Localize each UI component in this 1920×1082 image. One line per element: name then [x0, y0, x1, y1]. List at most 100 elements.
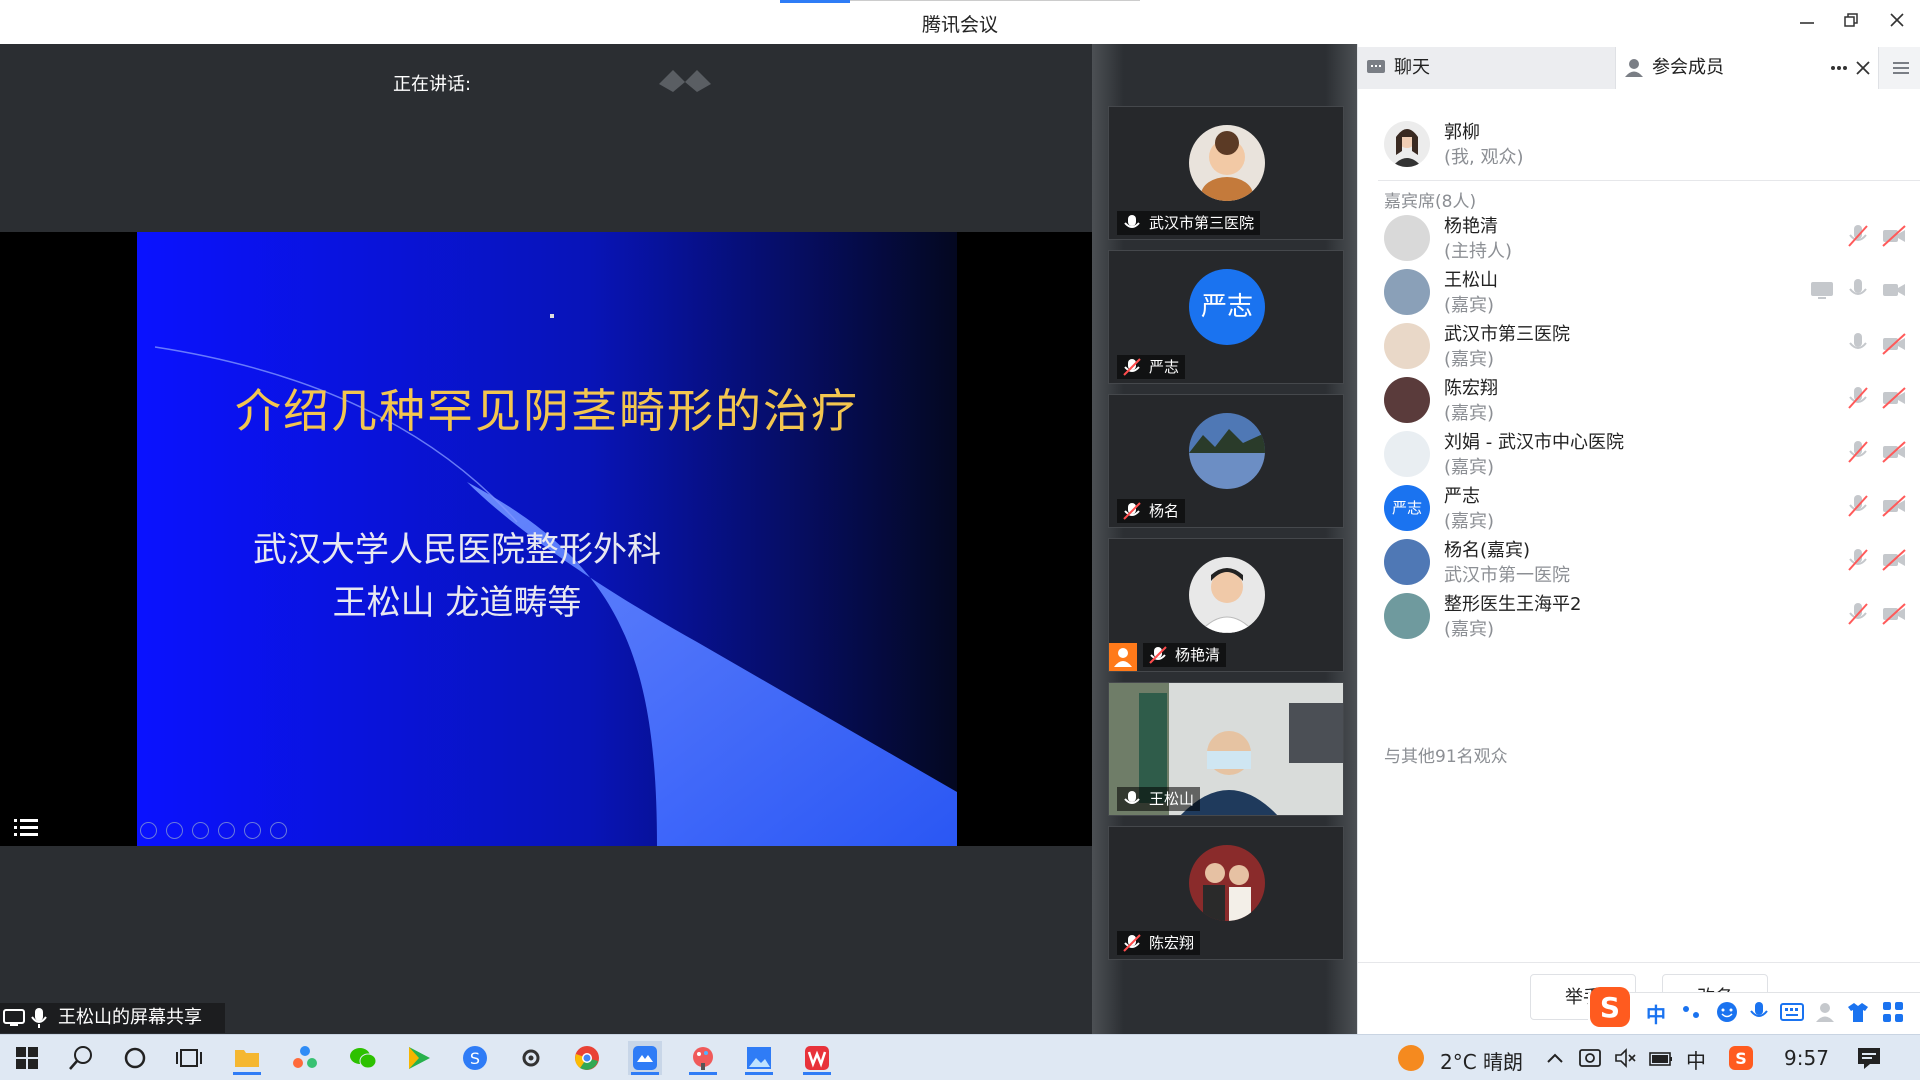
- windows-icon: [16, 1047, 38, 1069]
- camera-off-icon[interactable]: [1881, 493, 1907, 519]
- self-member-row[interactable]: 郭柳 (我, 观众): [1358, 113, 1920, 179]
- taskbar-app-settings[interactable]: [514, 1041, 548, 1075]
- mic-icon: [1124, 791, 1140, 804]
- cloud-drive-icon: [293, 1046, 317, 1068]
- slide-copy-icon[interactable]: [218, 822, 235, 839]
- list-menu-icon[interactable]: [10, 814, 42, 842]
- camera-icon[interactable]: [1881, 277, 1907, 303]
- member-role: (嘉宾): [1444, 619, 1495, 640]
- mic-icon[interactable]: [1845, 331, 1871, 357]
- member-status-icons: [1845, 547, 1907, 573]
- search-button[interactable]: [64, 1041, 98, 1075]
- start-button[interactable]: [10, 1041, 44, 1075]
- taskbar-app-chrome[interactable]: [570, 1041, 604, 1075]
- mic-muted-icon[interactable]: [1845, 223, 1871, 249]
- video-player-icon: [409, 1047, 430, 1069]
- avatar: 严志: [1384, 485, 1430, 531]
- avatar: 严志: [1189, 269, 1265, 345]
- close-icon: [1890, 13, 1904, 27]
- mic-muted-icon[interactable]: [1845, 385, 1871, 411]
- tile-name-tag: 陈宏翔: [1117, 931, 1201, 955]
- taskbar: S 2°C 晴朗 中 S 9:57: [0, 1034, 1920, 1080]
- slide-prev-icon[interactable]: [140, 822, 157, 839]
- panel-menu-button[interactable]: [1878, 47, 1920, 89]
- sync-icon[interactable]: [1578, 1047, 1602, 1069]
- mic-icon[interactable]: [1845, 277, 1871, 303]
- camera-off-icon[interactable]: [1881, 331, 1907, 357]
- toolbox-icon[interactable]: [1882, 1001, 1904, 1023]
- chrome-icon: [575, 1046, 599, 1070]
- cortana-button[interactable]: [118, 1041, 152, 1075]
- task-view-button[interactable]: [172, 1041, 206, 1075]
- weather-sun-icon: [1398, 1045, 1424, 1071]
- mic-muted-icon[interactable]: [1845, 439, 1871, 465]
- chevron-up-icon[interactable]: [1546, 1052, 1564, 1064]
- video-tile[interactable]: 武汉市第三医院: [1108, 106, 1344, 240]
- taskbar-app-player[interactable]: [402, 1041, 436, 1075]
- sogou-ime-icon[interactable]: S: [1588, 985, 1632, 1029]
- screen-share-icon[interactable]: [1809, 277, 1835, 303]
- minimize-icon: [1800, 22, 1814, 24]
- camera-off-icon[interactable]: [1881, 547, 1907, 573]
- shared-screen[interactable]: 介绍几种罕见阴茎畸形的治疗 武汉大学人民医院整形外科 王松山 龙道畴等: [0, 232, 1092, 846]
- video-tile[interactable]: 杨艳清: [1108, 538, 1344, 672]
- taskbar-app-photos[interactable]: [742, 1041, 776, 1075]
- skin-icon[interactable]: [1846, 1001, 1870, 1023]
- taskbar-app-explorer[interactable]: [230, 1041, 264, 1075]
- video-tile[interactable]: 陈宏翔: [1108, 826, 1344, 960]
- avatar: [1384, 539, 1430, 585]
- tab-chat[interactable]: 聊天: [1358, 47, 1616, 89]
- sogou-tray-icon[interactable]: S: [1728, 1045, 1754, 1071]
- keyboard-icon[interactable]: [1780, 1001, 1804, 1023]
- mic-muted-icon[interactable]: [1845, 601, 1871, 627]
- taskbar-app-cloud[interactable]: [288, 1041, 322, 1075]
- member-row[interactable]: 整形医生王海平2 (嘉宾): [1358, 585, 1920, 651]
- video-tile[interactable]: 严志 严志: [1108, 250, 1344, 384]
- minimize-button[interactable]: [1792, 8, 1822, 36]
- restore-button[interactable]: [1836, 8, 1866, 36]
- slide-subtitle-2: 王松山 龙道畴等: [332, 583, 582, 623]
- tile-name-tag: 武汉市第三医院: [1117, 211, 1261, 235]
- voice-input-icon[interactable]: [1748, 1001, 1770, 1023]
- taskbar-clock[interactable]: 9:57: [1784, 1046, 1829, 1070]
- close-panel-icon[interactable]: [1856, 61, 1870, 75]
- ime-indicator[interactable]: 中: [1686, 1045, 1706, 1074]
- taskbar-app-wechat[interactable]: [346, 1041, 380, 1075]
- svg-text:S: S: [470, 1049, 480, 1068]
- battery-icon[interactable]: [1648, 1047, 1674, 1069]
- slide-more-icon[interactable]: [270, 822, 287, 839]
- camera-off-icon[interactable]: [1881, 223, 1907, 249]
- divider: [1378, 180, 1920, 181]
- notification-icon[interactable]: [1856, 1046, 1882, 1070]
- camera-off-icon[interactable]: [1881, 439, 1907, 465]
- emoji-icon[interactable]: [1716, 1001, 1738, 1023]
- camera-off-icon[interactable]: [1881, 601, 1907, 627]
- member-name: 整形医生王海平2: [1444, 594, 1582, 615]
- tile-name: 杨艳清: [1175, 646, 1221, 664]
- audience-note[interactable]: 与其他91名观众: [1384, 742, 1508, 767]
- taskbar-app-paint[interactable]: [686, 1041, 720, 1075]
- panel-tabs: 聊天 参会成员: [1358, 47, 1920, 89]
- punctuation-icon[interactable]: [1680, 1001, 1702, 1023]
- volume-muted-icon[interactable]: [1614, 1047, 1638, 1069]
- close-button[interactable]: [1882, 8, 1912, 36]
- title-divider: [850, 0, 1140, 1]
- user-icon[interactable]: [1814, 1001, 1836, 1023]
- taskbar-app-meeting[interactable]: [628, 1041, 662, 1075]
- weather-text[interactable]: 2°C 晴朗: [1440, 1046, 1523, 1075]
- tab-members[interactable]: 参会成员: [1616, 47, 1878, 89]
- ime-mode-label[interactable]: 中: [1646, 999, 1666, 1028]
- taskbar-app-wps[interactable]: [800, 1041, 834, 1075]
- slide-zoom-icon[interactable]: [244, 822, 261, 839]
- slide-pen-icon[interactable]: [192, 822, 209, 839]
- mic-muted-icon[interactable]: [1845, 493, 1871, 519]
- slide-next-icon[interactable]: [166, 822, 183, 839]
- mic-muted-icon[interactable]: [1845, 547, 1871, 573]
- tile-name-tag: 王松山: [1117, 787, 1201, 811]
- screen-share-label: 王松山的屏幕共享: [0, 1003, 225, 1033]
- video-tile[interactable]: 王松山: [1108, 682, 1344, 816]
- more-icon[interactable]: [1830, 65, 1848, 71]
- video-tile[interactable]: 杨名: [1108, 394, 1344, 528]
- camera-off-icon[interactable]: [1881, 385, 1907, 411]
- taskbar-app-browser-s[interactable]: S: [458, 1041, 492, 1075]
